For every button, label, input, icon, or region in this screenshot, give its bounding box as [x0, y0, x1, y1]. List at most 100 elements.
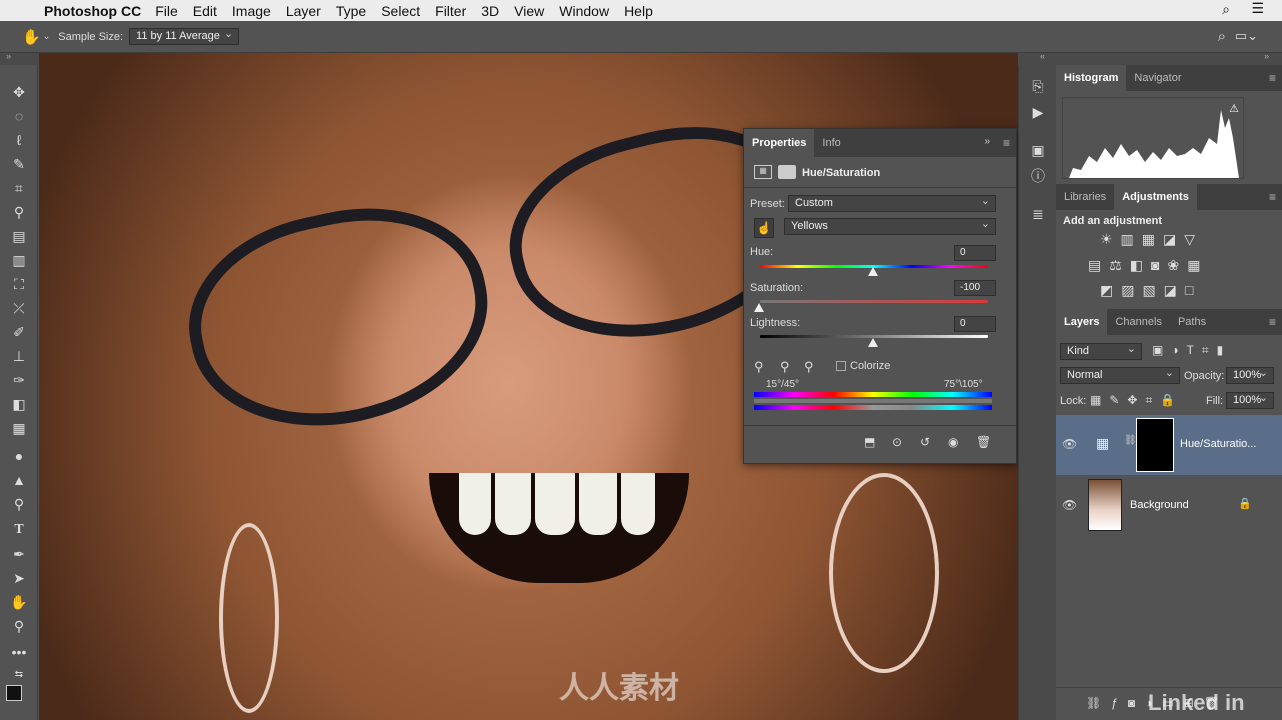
search-icon[interactable]: ⌕ [1218, 28, 1226, 45]
tab-libraries[interactable]: Libraries [1056, 184, 1114, 210]
saturation-slider-handle[interactable] [754, 303, 764, 312]
menu-edit[interactable]: Edit [193, 3, 217, 19]
gradient-tool-icon[interactable]: ▦ [8, 418, 30, 438]
pen-tool-icon[interactable]: ✒ [8, 544, 30, 564]
reset-icon[interactable]: ↺ [920, 435, 930, 449]
patch-tool-icon[interactable]: ▥ [8, 250, 30, 270]
saturation-field[interactable]: -100 [954, 280, 996, 296]
panel-menu-icon[interactable]: ≡ [1269, 65, 1276, 91]
layer-thumbnail[interactable] [1088, 479, 1122, 531]
targeted-adjustment-icon[interactable]: ☝ [754, 218, 774, 238]
layer-mask-thumbnail[interactable] [1136, 418, 1174, 472]
hand-tool-icon[interactable]: ✋ [8, 592, 30, 612]
view-previous-icon[interactable]: ⊙ [892, 435, 902, 449]
lightness-slider-handle[interactable] [868, 338, 878, 347]
layer-filter-select[interactable]: Kind [1060, 342, 1142, 360]
tab-channels[interactable]: Channels [1107, 309, 1169, 335]
sharpen-tool-icon[interactable]: ▲ [8, 470, 30, 490]
adjustment-layer-icon[interactable]: ▦ [754, 165, 772, 179]
dodge-tool-icon[interactable]: ⚲ [8, 494, 30, 514]
clone-stamp-tool-icon[interactable]: ⊥ [8, 346, 30, 366]
menu-type[interactable]: Type [336, 3, 366, 19]
eyedropper-tool-icon[interactable]: ⚲ [8, 202, 30, 222]
eyedropper-icon[interactable]: ⚲ [754, 359, 764, 375]
layer-name[interactable]: Hue/Saturatio... [1180, 438, 1256, 450]
sample-size-select[interactable]: 11 by 11 Average [129, 27, 240, 45]
blur-tool-icon[interactable]: ● [8, 446, 30, 466]
lightness-field[interactable]: 0 [954, 316, 996, 332]
warning-icon[interactable]: ⚠ [1229, 102, 1239, 115]
expand-icon[interactable]: » [1264, 51, 1269, 61]
layer-name[interactable]: Background [1130, 499, 1189, 511]
menu-3d[interactable]: 3D [481, 3, 499, 19]
channel-select[interactable]: Yellows [784, 217, 996, 235]
menu-select[interactable]: Select [381, 3, 420, 19]
panel-menu-icon[interactable]: ≡ [1269, 184, 1276, 210]
eyedropper-minus-icon[interactable]: ⚲ [804, 359, 814, 375]
path-select-tool-icon[interactable]: ➤ [8, 568, 30, 588]
layer-filter-icons[interactable]: ▣◑T⌗▮ [1152, 343, 1231, 358]
menu-list-icon[interactable]: ☰ [1251, 0, 1264, 17]
zoom-tool-icon[interactable]: ⚲ [8, 616, 30, 636]
history-brush-tool-icon[interactable]: ✑ [8, 370, 30, 390]
link-icon[interactable]: ⛓ [1124, 435, 1137, 446]
workspace-icon[interactable]: ▭⌄ [1235, 28, 1258, 44]
saturation-slider-track[interactable] [760, 300, 988, 303]
adjustment-icons-row-2[interactable]: ▤⚖◧◙❀▦ [1088, 257, 1208, 274]
content-aware-move-icon[interactable]: ⛶ [8, 274, 30, 294]
blend-mode-select[interactable]: Normal [1060, 366, 1180, 384]
clip-to-layer-icon[interactable]: ⬒ [864, 435, 875, 449]
layer-row-hue-saturation[interactable]: 👁 ▦ ⛓ Hue/Saturatio... [1056, 415, 1282, 475]
menu-help[interactable]: Help [624, 3, 653, 19]
hue-slider-handle[interactable] [868, 267, 878, 276]
eye-icon[interactable]: 👁 [1062, 498, 1077, 512]
menu-filter[interactable]: Filter [435, 3, 466, 19]
menu-layer[interactable]: Layer [286, 3, 321, 19]
red-eye-tool-icon[interactable]: ⤫ [8, 298, 30, 318]
mask-icon[interactable] [778, 165, 796, 179]
adjustment-icons-row-1[interactable]: ☀▥▦◪▽ [1100, 231, 1203, 248]
colorize-checkbox[interactable] [836, 361, 846, 371]
visibility-icon[interactable]: ◉ [948, 435, 958, 449]
app-menu[interactable]: Photoshop CC [44, 3, 141, 19]
tab-navigator[interactable]: Navigator [1126, 65, 1189, 91]
brush-tool-icon[interactable]: ✐ [8, 322, 30, 342]
layer-row-background[interactable]: 👁 Background 🔒 [1056, 476, 1282, 534]
quick-select-tool-icon[interactable]: ✎ [8, 154, 30, 174]
collapse-icon[interactable]: » [984, 136, 990, 147]
eraser-tool-icon[interactable]: ◧ [8, 394, 30, 414]
collapse-icon[interactable]: « [1040, 51, 1045, 61]
foreground-color-swatch[interactable] [6, 685, 22, 701]
info-icon[interactable]: ⓘ [1027, 165, 1049, 187]
collapse-icon[interactable]: » [6, 51, 11, 61]
history-icon[interactable]: ⎘ [1027, 75, 1049, 97]
lasso-tool-icon[interactable]: ℓ [8, 130, 30, 150]
hue-field[interactable]: 0 [954, 245, 996, 261]
lock-icons[interactable]: ▦✎✥⌗🔒 [1090, 393, 1183, 408]
panel-menu-icon[interactable]: ≡ [1269, 309, 1276, 335]
adjustment-icons-row-3[interactable]: ◩▨▧◪□ [1100, 282, 1201, 299]
tab-info[interactable]: Info [814, 129, 848, 157]
eye-icon[interactable]: 👁 [1062, 437, 1077, 451]
device-preview-icon[interactable]: ▣ [1027, 139, 1049, 161]
range-slider[interactable] [754, 399, 992, 403]
fill-field[interactable]: 100% [1226, 391, 1274, 409]
healing-tool-icon[interactable]: ▤ [8, 226, 30, 246]
tab-paths[interactable]: Paths [1170, 309, 1214, 335]
tab-properties[interactable]: Properties [744, 129, 815, 157]
preset-select[interactable]: Custom [788, 194, 996, 212]
eyedropper-plus-icon[interactable]: ⚲ [780, 359, 790, 375]
crop-tool-icon[interactable]: ⌗ [8, 178, 30, 198]
type-tool-icon[interactable]: T [8, 520, 30, 540]
actions-play-icon[interactable]: ▶ [1027, 101, 1049, 123]
properties-icon[interactable]: ≣ [1027, 203, 1049, 225]
hand-tool-icon[interactable]: ✋ [22, 28, 41, 46]
trash-icon[interactable]: 🗑 [976, 435, 991, 449]
menu-window[interactable]: Window [559, 3, 609, 19]
menu-file[interactable]: File [155, 3, 178, 19]
marquee-tool-icon[interactable]: ◌ [8, 106, 30, 126]
move-tool-icon[interactable]: ✥ [8, 82, 30, 102]
more-tools-icon[interactable]: ••• [8, 642, 30, 662]
chevron-down-icon[interactable]: ⌄ [43, 31, 51, 42]
tab-layers[interactable]: Layers [1056, 309, 1108, 335]
